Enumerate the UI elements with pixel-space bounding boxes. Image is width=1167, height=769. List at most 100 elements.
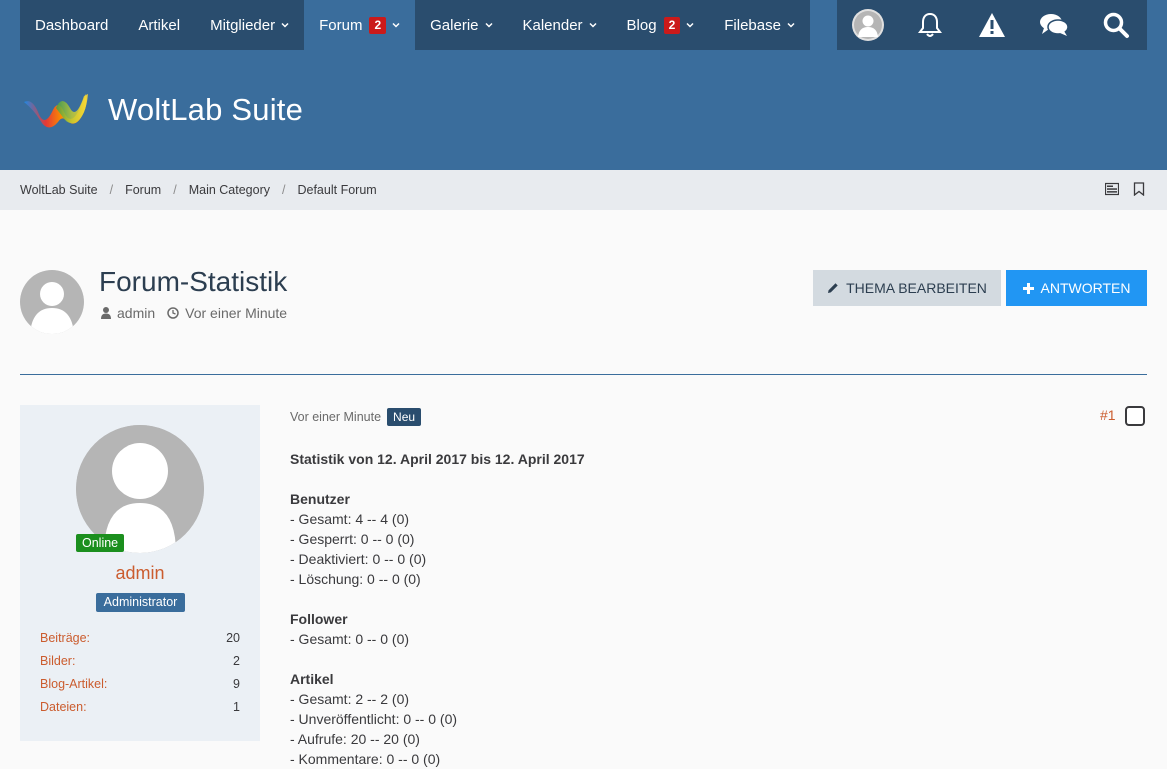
time-label: Vor einer Minute	[185, 305, 288, 321]
reply-button[interactable]: ANTWORTEN	[1006, 270, 1147, 306]
reply-label: ANTWORTEN	[1040, 280, 1131, 296]
breadcrumb-separator: /	[282, 183, 286, 197]
online-badge: Online	[76, 534, 125, 552]
bookmark-icon[interactable]	[1133, 182, 1145, 196]
chevron-down-icon	[686, 22, 694, 28]
stat-value: 9	[233, 677, 240, 691]
stat-value: 2	[233, 654, 240, 668]
stat-label[interactable]: Beiträge:	[40, 631, 90, 654]
main-nav: Dashboard Artikel Mitglieder Forum 2 Gal…	[20, 0, 810, 50]
conversations-button[interactable]	[1023, 0, 1085, 50]
post-heading: Statistik von 12. April 2017 bis 12. Apr…	[290, 451, 585, 467]
thread-meta: admin Vor einer Minute	[101, 305, 299, 321]
author-name: admin	[117, 305, 156, 321]
user-stats: Beiträge: 20 Bilder: 2 Blog-Artikel: 9 D…	[40, 631, 240, 723]
breadcrumb-separator: /	[173, 183, 177, 197]
author-avatar[interactable]	[20, 270, 84, 334]
chevron-down-icon	[281, 22, 289, 28]
stat-value: 1	[233, 700, 240, 714]
author-username[interactable]: admin	[20, 563, 260, 584]
nav-label: Dashboard	[35, 16, 109, 34]
section-line: - Gesamt: 2 -- 2 (0)	[290, 691, 410, 707]
thread-time: Vor einer Minute	[167, 305, 287, 321]
post-content: Statistik von 12. April 2017 bis 12. Apr…	[290, 449, 1090, 769]
avatar-icon	[852, 9, 884, 41]
new-badge: Neu	[387, 408, 422, 426]
breadcrumb: WoltLab Suite / Forum / Main Category / …	[20, 170, 377, 210]
stat-label[interactable]: Blog-Artikel:	[40, 677, 107, 700]
user-menu-button[interactable]	[837, 0, 899, 50]
site-header: WoltLab Suite	[0, 50, 1167, 170]
nav-item-filebase[interactable]: Filebase	[709, 0, 810, 50]
warning-icon	[979, 13, 1005, 37]
clock-icon	[167, 307, 179, 319]
stat-label[interactable]: Bilder:	[40, 654, 75, 677]
stat-row: Dateien: 1	[40, 700, 240, 723]
section-line: - Deaktiviert: 0 -- 0 (0)	[290, 551, 427, 567]
search-icon	[1103, 12, 1129, 38]
bell-icon	[918, 12, 942, 37]
nav-label: Blog	[626, 16, 657, 34]
section-line: - Aufrufe: 20 -- 20 (0)	[290, 731, 420, 747]
chevron-down-icon	[392, 22, 400, 28]
breadcrumb-actions	[1105, 182, 1145, 196]
chevron-down-icon	[589, 22, 597, 28]
stat-value: 20	[226, 631, 240, 645]
post-permalink[interactable]: #1	[1100, 407, 1116, 423]
post-time[interactable]: Vor einer Minute	[290, 410, 381, 424]
content-divider	[20, 374, 1147, 375]
stat-row: Beiträge: 20	[40, 631, 240, 654]
breadcrumb-item[interactable]: Main Category	[189, 183, 270, 197]
pencil-icon	[828, 283, 838, 293]
nav-label: Forum	[319, 16, 363, 34]
post-select-checkbox[interactable]	[1125, 406, 1145, 426]
stat-row: Bilder: 2	[40, 654, 240, 677]
section-line: - Unveröffentlicht: 0 -- 0 (0)	[290, 711, 458, 727]
page-title: Forum-Statistik	[99, 266, 288, 297]
nav-item-artikel[interactable]: Artikel	[123, 0, 195, 50]
edit-thread-label: THEMA BEARBEITEN	[846, 280, 987, 296]
breadcrumb-item[interactable]: Forum	[125, 183, 161, 197]
section-line: - Löschung: 0 -- 0 (0)	[290, 571, 421, 587]
post-meta: Vor einer Minute Neu	[290, 408, 422, 426]
user-nav	[837, 0, 1147, 50]
section-line: - Gesperrt: 0 -- 0 (0)	[290, 531, 415, 547]
post-author-sidebar: Online admin Administrator Beiträge: 20 …	[20, 405, 260, 741]
top-bar: Dashboard Artikel Mitglieder Forum 2 Gal…	[0, 0, 1167, 50]
search-button[interactable]	[1085, 0, 1147, 50]
section-title: Benutzer	[290, 491, 350, 507]
unread-badge: 2	[369, 16, 387, 34]
nav-label: Kalender	[522, 16, 583, 34]
thread-author[interactable]: admin	[101, 305, 155, 321]
woltlab-logo-icon	[24, 94, 88, 128]
nav-item-blog[interactable]: Blog 2	[612, 0, 710, 50]
section-title: Follower	[290, 611, 348, 627]
notifications-button[interactable]	[899, 0, 961, 50]
nav-item-galerie[interactable]: Galerie	[415, 0, 507, 50]
section-line: - Gesamt: 4 -- 4 (0)	[290, 511, 410, 527]
nav-item-kalender[interactable]: Kalender	[508, 0, 612, 50]
plus-icon	[1022, 282, 1034, 294]
edit-thread-button[interactable]: THEMA BEARBEITEN	[813, 270, 1001, 306]
stat-row: Blog-Artikel: 9	[40, 677, 240, 700]
sidebar-toggle-icon[interactable]	[1105, 182, 1119, 196]
breadcrumb-item[interactable]: WoltLab Suite	[20, 183, 98, 197]
nav-label: Filebase	[724, 16, 781, 34]
logo-text: WoltLab Suite	[108, 92, 304, 127]
user-icon	[101, 307, 111, 319]
user-rank-badge: Administrator	[96, 593, 185, 612]
moderation-button[interactable]	[961, 0, 1023, 50]
site-logo[interactable]: WoltLab Suite	[22, 90, 303, 130]
nav-label: Galerie	[430, 16, 479, 34]
nav-item-mitglieder[interactable]: Mitglieder	[195, 0, 304, 50]
nav-label: Mitglieder	[210, 16, 276, 34]
breadcrumb-item[interactable]: Default Forum	[297, 183, 376, 197]
stat-label[interactable]: Dateien:	[40, 700, 87, 723]
breadcrumb-bar: WoltLab Suite / Forum / Main Category / …	[0, 170, 1167, 210]
nav-item-dashboard[interactable]: Dashboard	[20, 0, 123, 50]
unread-badge: 2	[663, 16, 681, 34]
nav-item-forum[interactable]: Forum 2	[304, 0, 416, 50]
section-title: Artikel	[290, 671, 334, 687]
